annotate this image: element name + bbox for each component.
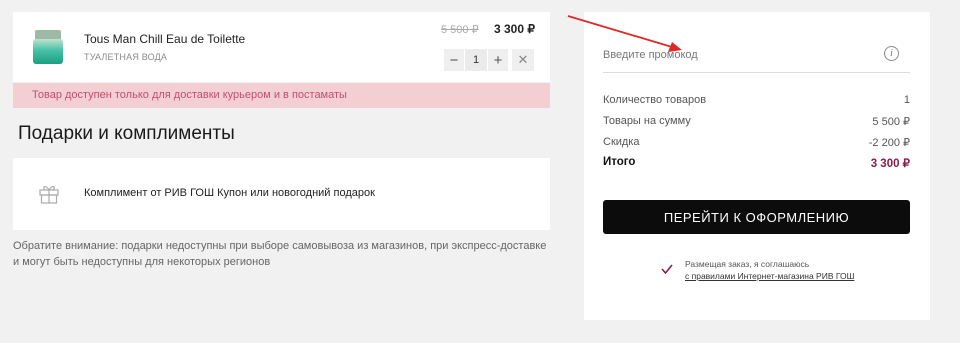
check-icon: [661, 264, 673, 274]
summary-label: Количество товаров: [603, 94, 707, 106]
info-icon[interactable]: i: [884, 46, 899, 61]
product-thumbnail[interactable]: [33, 30, 63, 64]
compliment-card[interactable]: Комплимент от РИВ ГОШ Купон или новогодн…: [13, 158, 550, 230]
cart-item-card: Tous Man Chill Eau de Toilette туалетная…: [13, 12, 550, 82]
summary-label: Товары на сумму: [603, 115, 691, 127]
compliment-text: Комплимент от РИВ ГОШ Купон или новогодн…: [84, 187, 375, 199]
checkout-button[interactable]: Перейти к оформлению: [603, 200, 910, 234]
quantity-value[interactable]: 1: [465, 49, 487, 71]
current-price: 3 300 ₽: [494, 22, 535, 36]
gift-icon: [39, 185, 59, 204]
summary-value: 5 500 ₽: [872, 116, 910, 128]
delivery-notice: Товар доступен только для доставки курье…: [13, 83, 550, 108]
quantity-stepper: − 1 +: [444, 49, 508, 71]
rules-link[interactable]: с правилами Интернет-магазина РИВ ГОШ: [685, 270, 925, 282]
product-type: туалетная вода: [84, 52, 168, 62]
annotation-arrow-icon: [567, 15, 682, 52]
total-label: Итого: [603, 156, 636, 168]
gifts-title: Подарки и комплименты: [18, 123, 235, 144]
summary-value: -2 200 ₽: [868, 137, 910, 149]
summary-row-count: Количество товаров 1: [603, 94, 910, 106]
summary-label: Скидка: [603, 136, 640, 148]
increment-button[interactable]: +: [488, 49, 508, 71]
agreement-label: Размещая заказ, я соглашаюсь: [685, 259, 810, 269]
remove-item-button[interactable]: ✕: [512, 49, 534, 71]
order-summary: i Количество товаров 1 Товары на сумму 5…: [584, 12, 930, 320]
product-name[interactable]: Tous Man Chill Eau de Toilette: [84, 32, 245, 46]
decrement-button[interactable]: −: [444, 49, 464, 71]
agreement-text: Размещая заказ, я соглашаюсь с правилами…: [685, 258, 925, 282]
summary-row-discount: Скидка -2 200 ₽: [603, 136, 910, 149]
old-price: 5 500 ₽: [441, 24, 479, 36]
summary-row-total: Итого 3 300 ₽: [603, 156, 910, 170]
gift-availability-notice: Обратите внимание: подарки недоступны пр…: [13, 240, 547, 268]
summary-row-subtotal: Товары на сумму 5 500 ₽: [603, 115, 910, 128]
summary-value: 1: [903, 94, 910, 106]
total-value: 3 300 ₽: [870, 158, 910, 170]
